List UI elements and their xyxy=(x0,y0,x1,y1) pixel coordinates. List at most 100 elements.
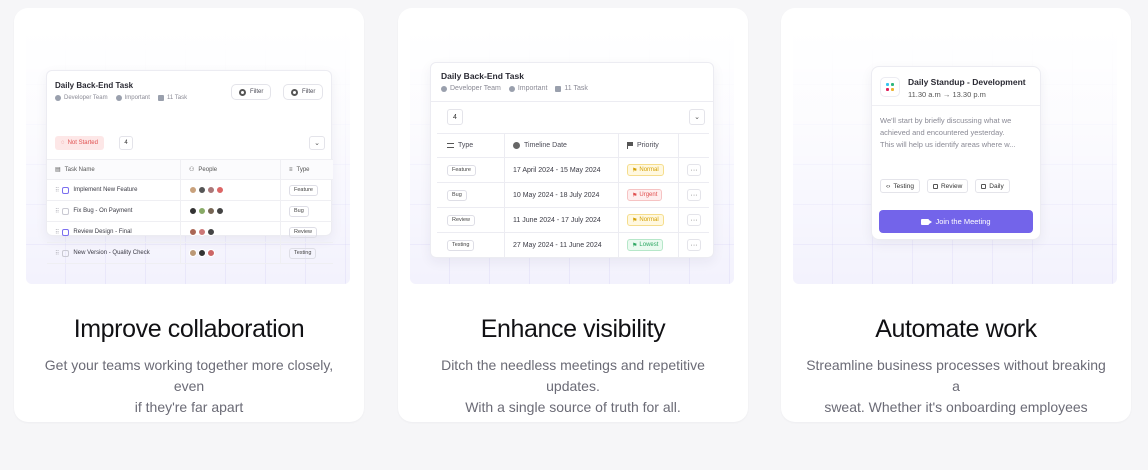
priority-badge: ⚑ Normal xyxy=(627,164,664,176)
task-meta: Developer Team Important 11 Task xyxy=(55,95,187,101)
task-panel: Daily Back-End Task Developer Team Impor… xyxy=(46,70,333,264)
chevron-down-icon[interactable]: ⌄ xyxy=(689,109,705,125)
type-tag: Feature xyxy=(447,164,476,176)
chevron-down-icon[interactable]: ⌄ xyxy=(309,136,325,150)
card-description: Get your teams working together more clo… xyxy=(44,357,334,415)
illustration-stage: Daily Back-End Task Developer Team Impor… xyxy=(410,28,734,284)
column-people: People xyxy=(198,166,218,173)
checkbox[interactable] xyxy=(62,207,70,215)
tag-review: Review xyxy=(926,179,969,193)
count-badge: 4 xyxy=(119,136,133,150)
importance-icon xyxy=(115,95,122,101)
table-row[interactable]: ⠿ Implement New Feature Feature xyxy=(47,180,333,201)
document-icon xyxy=(555,85,562,92)
table-row[interactable]: ⠿ New Version - Quality Check Testing xyxy=(47,243,333,264)
type-tag: Bug xyxy=(289,205,309,217)
type-tag: Review xyxy=(289,226,318,238)
avatar-group xyxy=(181,243,281,263)
team-icon xyxy=(55,95,61,101)
more-options-icon[interactable]: ··· xyxy=(687,214,701,226)
timeline-date: 17 April 2024 - 15 May 2024 xyxy=(505,158,619,182)
meeting-time: 11.30 a.m → 13.30 p.m xyxy=(908,90,986,99)
type-icon xyxy=(447,143,454,148)
illustration-stage: Daily Standup - Development 11.30 a.m → … xyxy=(793,28,1117,284)
more-options-icon[interactable]: ··· xyxy=(687,189,701,201)
type-tag: Testing xyxy=(289,247,317,259)
feature-card-automate: Daily Standup - Development 11.30 a.m → … xyxy=(781,8,1131,422)
task-table: ▤ Task Name ⚇ People ≡ Type ⠿ Implement New … xyxy=(47,159,333,264)
type-tag: Testing xyxy=(447,239,475,251)
join-meeting-button[interactable]: Join the Meeting xyxy=(879,210,1033,233)
clock-icon xyxy=(513,142,520,149)
drag-handle-icon[interactable]: ⠿ xyxy=(55,250,60,257)
type-tag: Review xyxy=(447,214,476,226)
meeting-title: Daily Standup - Development xyxy=(908,77,1026,87)
meeting-card: Daily Standup - Development 11.30 a.m → … xyxy=(871,66,1041,240)
team-icon xyxy=(441,85,447,92)
flag-icon xyxy=(627,142,633,149)
table-row[interactable]: Bug 10 May 2024 - 18 July 2024 ⚑ Urgent … xyxy=(437,183,709,208)
importance-meta: Important xyxy=(115,95,150,101)
task-name-icon: ▤ xyxy=(55,167,61,173)
table-header: ▤ Task Name ⚇ People ≡ Type xyxy=(47,159,333,180)
team-meta: Developer Team xyxy=(441,85,501,92)
task-panel-title: Daily Back-End Task xyxy=(441,71,524,81)
checkbox[interactable] xyxy=(62,186,70,194)
priority-badge: ⚑ Lowest xyxy=(627,239,664,251)
checkbox[interactable] xyxy=(62,249,70,257)
column-priority: Priority xyxy=(637,142,659,149)
card-title: Improve collaboration xyxy=(73,315,305,343)
card-description: Ditch the needless meetings and repetiti… xyxy=(441,357,705,415)
document-icon xyxy=(157,95,164,101)
column-timeline-date: Timeline Date xyxy=(524,142,567,149)
timeline-table: Type Timeline Date Priority Feature 17 A… xyxy=(437,133,709,258)
drag-handle-icon[interactable]: ⠿ xyxy=(55,208,60,215)
table-row[interactable]: ⠿ Fix Bug - On Payment Bug xyxy=(47,201,333,222)
video-camera-icon xyxy=(921,218,933,225)
type-icon: ≡ xyxy=(289,166,293,173)
table-row[interactable]: Testing 27 May 2024 - 11 June 2024 ⚑ Low… xyxy=(437,233,709,258)
table-row[interactable]: Review 11 June 2024 - 17 July 2024 ⚑ Nor… xyxy=(437,208,709,233)
priority-badge: ⚑ Urgent xyxy=(627,189,663,201)
avatar-group xyxy=(181,222,281,242)
team-meta: Developer Team xyxy=(55,95,108,101)
table-row[interactable]: Feature 17 April 2024 - 15 May 2024 ⚑ No… xyxy=(437,158,709,183)
importance-meta: Important xyxy=(508,85,547,92)
type-tag: Bug xyxy=(447,189,467,201)
count-badge: 4 xyxy=(447,109,463,125)
timeline-date: 11 June 2024 - 17 July 2024 xyxy=(505,208,619,232)
importance-icon xyxy=(508,85,515,92)
timeline-date: 27 May 2024 - 11 June 2024 xyxy=(505,233,619,257)
card-title: Automate work xyxy=(875,315,1037,343)
document-icon xyxy=(932,183,938,189)
feature-card-visibility: Daily Back-End Task Developer Team Impor… xyxy=(398,8,748,422)
task-count-meta: 11 Task xyxy=(157,95,187,101)
tag-daily: Daily xyxy=(975,179,1010,193)
gear-icon xyxy=(239,88,246,96)
filter-button[interactable]: Filter xyxy=(231,84,272,100)
more-options-icon[interactable]: ··· xyxy=(687,164,701,176)
task-panel-title: Daily Back-End Task xyxy=(55,81,134,90)
table-row[interactable]: ⠿ Review Design - Final Review xyxy=(47,222,333,243)
avatar-group xyxy=(181,201,281,221)
slack-icon xyxy=(880,77,900,97)
status-badge[interactable]: ◌ Not Started xyxy=(55,136,104,150)
drag-handle-icon[interactable]: ⠿ xyxy=(55,187,60,194)
timeline-date: 10 May 2024 - 18 July 2024 xyxy=(505,183,619,207)
gear-icon xyxy=(291,88,298,96)
meeting-tags: ‹› Testing Review Daily xyxy=(880,179,1010,193)
task-panel: Daily Back-End Task Developer Team Impor… xyxy=(430,62,714,258)
table-header: Type Timeline Date Priority xyxy=(437,133,709,158)
task-meta: Developer Team Important 11 Task xyxy=(441,85,588,92)
filter-button[interactable]: Filter xyxy=(283,84,324,100)
feature-card-collaboration: Daily Back-End Task Developer Team Impor… xyxy=(14,8,364,422)
column-task-name: Task Name xyxy=(64,166,95,173)
illustration-stage: Daily Back-End Task Developer Team Impor… xyxy=(26,28,350,284)
drag-handle-icon[interactable]: ⠿ xyxy=(55,229,60,236)
more-options-icon[interactable]: ··· xyxy=(687,239,701,251)
people-icon: ⚇ xyxy=(189,167,195,173)
checkbox[interactable] xyxy=(62,228,70,236)
task-count-meta: 11 Task xyxy=(555,85,588,92)
type-tag: Feature xyxy=(289,184,318,196)
status-icon: ◌ xyxy=(61,140,65,146)
